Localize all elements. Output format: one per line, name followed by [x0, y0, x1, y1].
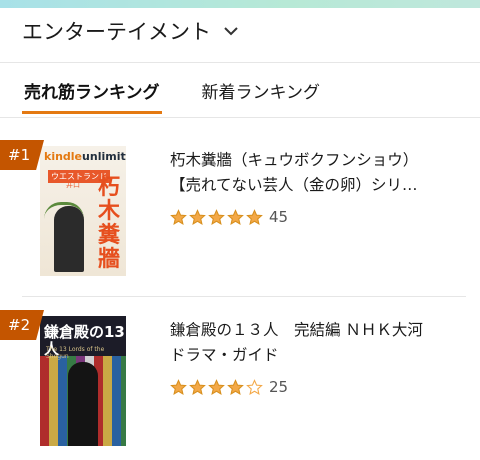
star-filled-icon	[208, 208, 225, 225]
tab-new-releases[interactable]: 新着ランキング	[200, 74, 323, 114]
review-count: 45	[269, 208, 289, 226]
star-filled-icon	[189, 208, 206, 225]
review-count: 25	[269, 378, 289, 396]
star-filled-icon	[170, 378, 187, 395]
tabs-divider	[0, 117, 480, 118]
star-rating[interactable]: 25	[170, 378, 288, 396]
star-filled-icon	[246, 208, 263, 225]
cover-subtitle: The 13 Lords of the Shogun	[46, 346, 105, 360]
book-title[interactable]: 朽木糞牆（キュウボクフンショウ） 【売れてない芸人（金の卵）シリ…	[170, 148, 460, 198]
book-cover[interactable]: kindleunlimited ウエストランド 井口 朽木糞牆	[40, 146, 126, 276]
header-divider	[0, 62, 480, 63]
row-divider	[22, 296, 466, 297]
rank-badge: #2	[0, 310, 44, 340]
person-graphic	[54, 206, 84, 272]
rank-badge: #1	[0, 140, 44, 170]
book-title-line-1: 朽木糞牆（キュウボクフンショウ）	[170, 151, 419, 169]
cover-tag-sub: 井口	[66, 181, 80, 189]
category-title: エンターテイメント	[22, 20, 211, 44]
category-header[interactable]: エンターテイメント	[22, 16, 239, 46]
book-cover[interactable]: 鎌倉殿の13人 The 13 Lords of the Shogun	[40, 316, 126, 446]
book-title-line-1: 鎌倉殿の１３人 完結編 ＮＨＫ大河	[170, 321, 423, 339]
star-filled-icon	[227, 378, 244, 395]
book-title-line-2: ドラマ・ガイド	[170, 346, 279, 364]
star-filled-icon	[170, 208, 187, 225]
list-item[interactable]: #1 kindleunlimited ウエストランド 井口 朽木糞牆 朽木糞牆（…	[0, 140, 480, 290]
star-empty-icon	[246, 378, 263, 395]
chevron-down-icon[interactable]	[223, 26, 239, 36]
cover-title: 朽木糞牆	[97, 175, 120, 272]
star-filled-icon	[227, 208, 244, 225]
figure-graphic	[68, 362, 98, 446]
book-title-line-2: 【売れてない芸人（金の卵）シリ…	[170, 176, 418, 194]
star-filled-icon	[208, 378, 225, 395]
star-filled-icon	[189, 378, 206, 395]
stars	[170, 378, 263, 396]
tab-bestsellers[interactable]: 売れ筋ランキング	[22, 74, 162, 114]
kindle-unlimited-logo: kindleunlimited	[44, 150, 126, 163]
book-title[interactable]: 鎌倉殿の１３人 完結編 ＮＨＫ大河 ドラマ・ガイド	[170, 318, 460, 368]
top-color-strip	[0, 0, 480, 8]
list-item[interactable]: #2 鎌倉殿の13人 The 13 Lords of the Shogun 鎌倉…	[0, 310, 480, 460]
stars	[170, 208, 263, 226]
star-rating[interactable]: 45	[170, 208, 288, 226]
ranking-tabs: 売れ筋ランキング 新着ランキング	[22, 74, 322, 114]
